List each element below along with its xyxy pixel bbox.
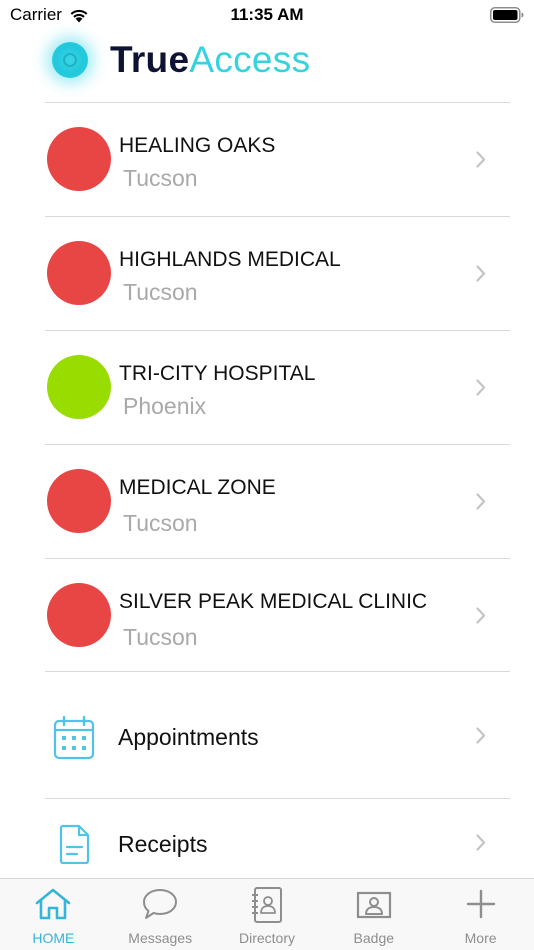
chevron-right-icon bbox=[476, 607, 486, 624]
tab-bar: HOME Messages Directory Badge More bbox=[0, 878, 534, 950]
logo-word-access: Access bbox=[189, 39, 311, 80]
facility-city: Tucson bbox=[123, 165, 198, 191]
facility-name: HIGHLANDS MEDICAL bbox=[119, 248, 341, 271]
status-indicator-red bbox=[47, 469, 111, 533]
chevron-right-icon bbox=[476, 834, 486, 851]
receipts-row[interactable]: Receipts bbox=[45, 800, 510, 880]
chevron-right-icon bbox=[476, 265, 486, 282]
app-header: TrueAccess bbox=[0, 30, 534, 102]
status-time: 11:35 AM bbox=[230, 5, 304, 24]
app-logo: TrueAccess bbox=[110, 39, 310, 81]
facility-list: HEALING OAKS Tucson HIGHLANDS MEDICAL Tu… bbox=[45, 102, 510, 672]
tab-directory[interactable]: Directory bbox=[214, 879, 321, 950]
logo-mark bbox=[52, 42, 88, 78]
tab-messages[interactable]: Messages bbox=[107, 879, 214, 950]
tab-directory-label: Directory bbox=[238, 930, 295, 946]
battery-icon bbox=[490, 7, 524, 23]
facility-city: Tucson bbox=[123, 510, 198, 536]
logo-mark-inner bbox=[63, 53, 77, 67]
facility-name: TRI-CITY HOSPITAL bbox=[119, 362, 316, 385]
receipt-icon bbox=[59, 824, 90, 864]
tab-home[interactable]: HOME bbox=[0, 879, 107, 950]
status-indicator-red bbox=[47, 583, 111, 647]
address-book-icon bbox=[251, 887, 282, 923]
facility-city: Tucson bbox=[123, 624, 198, 650]
status-indicator-green bbox=[47, 355, 111, 419]
facility-row[interactable]: SILVER PEAK MEDICAL CLINIC Tucson bbox=[45, 558, 510, 672]
facility-name: HEALING OAKS bbox=[119, 134, 276, 157]
chat-bubble-icon bbox=[143, 889, 178, 919]
facility-city: Tucson bbox=[123, 279, 198, 305]
tab-more-label: More bbox=[464, 930, 497, 946]
facility-row[interactable]: HIGHLANDS MEDICAL Tucson bbox=[45, 216, 510, 330]
facility-row[interactable]: HEALING OAKS Tucson bbox=[45, 102, 510, 216]
facility-row[interactable]: TRI-CITY HOSPITAL Phoenix bbox=[45, 330, 510, 444]
tab-badge[interactable]: Badge bbox=[320, 879, 427, 950]
badge-icon bbox=[356, 891, 391, 919]
calendar-icon bbox=[53, 716, 95, 760]
status-indicator-red bbox=[47, 127, 111, 191]
tab-more[interactable]: More bbox=[427, 879, 534, 950]
chevron-right-icon bbox=[476, 379, 486, 396]
chevron-right-icon bbox=[476, 151, 486, 168]
home-icon bbox=[36, 888, 71, 920]
facility-name: SILVER PEAK MEDICAL CLINIC bbox=[119, 590, 428, 613]
tab-badge-label: Badge bbox=[353, 930, 395, 946]
receipts-label: Receipts bbox=[118, 831, 208, 857]
status-bar: Carrier 11:35 AM bbox=[0, 0, 534, 30]
facility-name: MEDICAL ZONE bbox=[119, 476, 276, 499]
tab-home-label: HOME bbox=[32, 930, 75, 946]
appointments-row[interactable]: Appointments bbox=[45, 671, 510, 799]
tab-messages-label: Messages bbox=[128, 930, 193, 946]
facility-city: Phoenix bbox=[123, 393, 207, 419]
appointments-label: Appointments bbox=[118, 724, 259, 750]
logo-word-true: True bbox=[110, 39, 190, 80]
facility-row[interactable]: MEDICAL ZONE Tucson bbox=[45, 444, 510, 558]
status-indicator-red bbox=[47, 241, 111, 305]
plus-icon bbox=[466, 889, 495, 919]
chevron-right-icon bbox=[476, 493, 486, 510]
chevron-right-icon bbox=[476, 727, 486, 744]
